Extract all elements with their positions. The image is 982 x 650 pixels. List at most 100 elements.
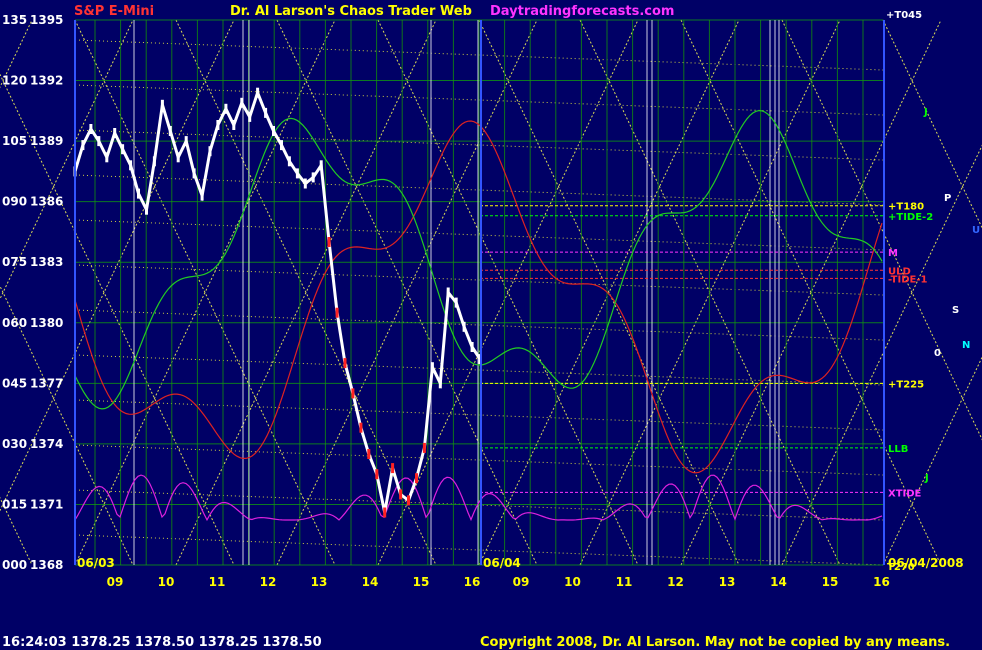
point-labels: P U S N 0 J J xyxy=(923,107,980,484)
x-tick: 12 xyxy=(260,575,277,589)
price-bar xyxy=(256,87,260,98)
plot-border-right xyxy=(883,20,885,565)
x-tick: 09 xyxy=(107,575,124,589)
y-tick-code: 045 xyxy=(2,376,27,390)
y-tick-price: 1395 xyxy=(30,13,63,27)
price-bar xyxy=(319,160,323,171)
price-bar xyxy=(335,307,339,318)
y-tick-code: 060 xyxy=(2,316,27,330)
price-bar xyxy=(327,237,331,247)
price-bar xyxy=(367,449,371,459)
x-tick: 12 xyxy=(667,575,684,589)
plot-border-mid xyxy=(480,20,482,565)
y-tick-price: 1383 xyxy=(30,255,63,269)
price-bar xyxy=(97,136,101,147)
y-tick-code: 030 xyxy=(2,437,27,451)
price-bar xyxy=(375,469,379,480)
planet-label: S xyxy=(952,305,959,316)
x-tick: 16 xyxy=(873,575,890,589)
level-label: -TIDE-1 xyxy=(888,274,928,285)
price-bar xyxy=(145,204,148,215)
pattern-line xyxy=(0,19,33,89)
pattern-line xyxy=(882,19,982,229)
pattern-line xyxy=(882,356,982,566)
price-bar xyxy=(152,156,156,167)
y-tick-price: 1380 xyxy=(30,316,63,330)
price-bar xyxy=(383,507,387,518)
price-bar xyxy=(303,178,307,189)
x-tick: 13 xyxy=(311,575,328,589)
price-bar xyxy=(184,136,188,147)
price-bar xyxy=(295,168,299,179)
price-bar xyxy=(454,297,458,308)
price-bar xyxy=(470,342,474,352)
y-tick-price: 1392 xyxy=(30,74,63,88)
x-tick: 09 xyxy=(513,575,530,589)
price-bar xyxy=(359,422,363,433)
y-tick-code: 015 xyxy=(2,497,27,511)
level-label: LLB xyxy=(888,444,908,455)
price-chart: +T180+TIDE-2MULD-TIDE-1+T225LLBXTIDET270… xyxy=(0,13,982,589)
price-bar xyxy=(287,156,291,167)
price-bar xyxy=(438,378,442,389)
price-bar xyxy=(248,111,252,122)
level-label: +TIDE-2 xyxy=(888,212,933,223)
price-bar xyxy=(129,160,133,171)
planet-label: J xyxy=(923,107,928,118)
planet-label: 0 xyxy=(934,348,941,359)
date-end: 06/04/2008 xyxy=(888,556,964,570)
price-bar xyxy=(160,99,164,110)
price-bar xyxy=(264,107,268,118)
x-tick: 14 xyxy=(770,575,787,589)
price-bar xyxy=(224,103,228,114)
y-tick-price: 1377 xyxy=(30,376,63,390)
price-bar xyxy=(113,128,117,138)
price-bar xyxy=(216,120,220,130)
price-bar xyxy=(399,489,403,500)
y-tick-code: 000 xyxy=(2,558,27,572)
x-tick: 13 xyxy=(719,575,736,589)
level-label: XTIDE xyxy=(888,488,922,499)
x-tick: 11 xyxy=(616,575,633,589)
price-bar xyxy=(121,144,125,155)
y-tick-code: 075 xyxy=(2,255,27,269)
copyright-text: Copyright 2008, Dr. Al Larson. May not b… xyxy=(480,635,951,650)
price-bar xyxy=(192,168,196,179)
plot-border-left xyxy=(74,20,76,565)
price-bar xyxy=(415,473,418,484)
y-tick-price: 1368 xyxy=(30,558,63,572)
y-tick-code: 090 xyxy=(2,195,27,209)
planet-label: J xyxy=(924,473,929,484)
price-bar xyxy=(311,172,315,183)
price-bar xyxy=(407,495,410,506)
price-bar xyxy=(208,146,212,157)
x-tick: 10 xyxy=(564,575,581,589)
y-tick-code: 135 xyxy=(2,13,27,27)
price-bar xyxy=(240,97,244,108)
y-tick-price: 1389 xyxy=(30,134,63,148)
y-tick-code: 120 xyxy=(2,74,27,88)
level-label: +T225 xyxy=(888,379,924,390)
price-bar xyxy=(105,152,109,163)
price-bar xyxy=(232,120,236,130)
price-bar xyxy=(446,287,450,298)
y-tick-price: 1374 xyxy=(30,437,63,451)
planet-label: U xyxy=(972,225,980,236)
price-bar xyxy=(462,321,466,332)
price-bar xyxy=(89,124,93,134)
date-mid: 06/04 xyxy=(483,556,521,570)
x-tick: 16 xyxy=(464,575,481,589)
price-bar xyxy=(176,152,180,163)
price-bar xyxy=(168,126,172,136)
x-tick: 14 xyxy=(362,575,379,589)
x-tick: 15 xyxy=(822,575,839,589)
level-label: M xyxy=(888,248,898,259)
planet-label: P xyxy=(944,193,951,204)
y-tick-code: 105 xyxy=(2,134,27,148)
y-tick-price: 1371 xyxy=(30,497,63,511)
price-bar xyxy=(391,463,395,474)
y-tick-price: 1386 xyxy=(30,195,63,209)
price-bar xyxy=(422,442,426,453)
price-bar xyxy=(200,190,204,201)
x-tick: 11 xyxy=(209,575,226,589)
